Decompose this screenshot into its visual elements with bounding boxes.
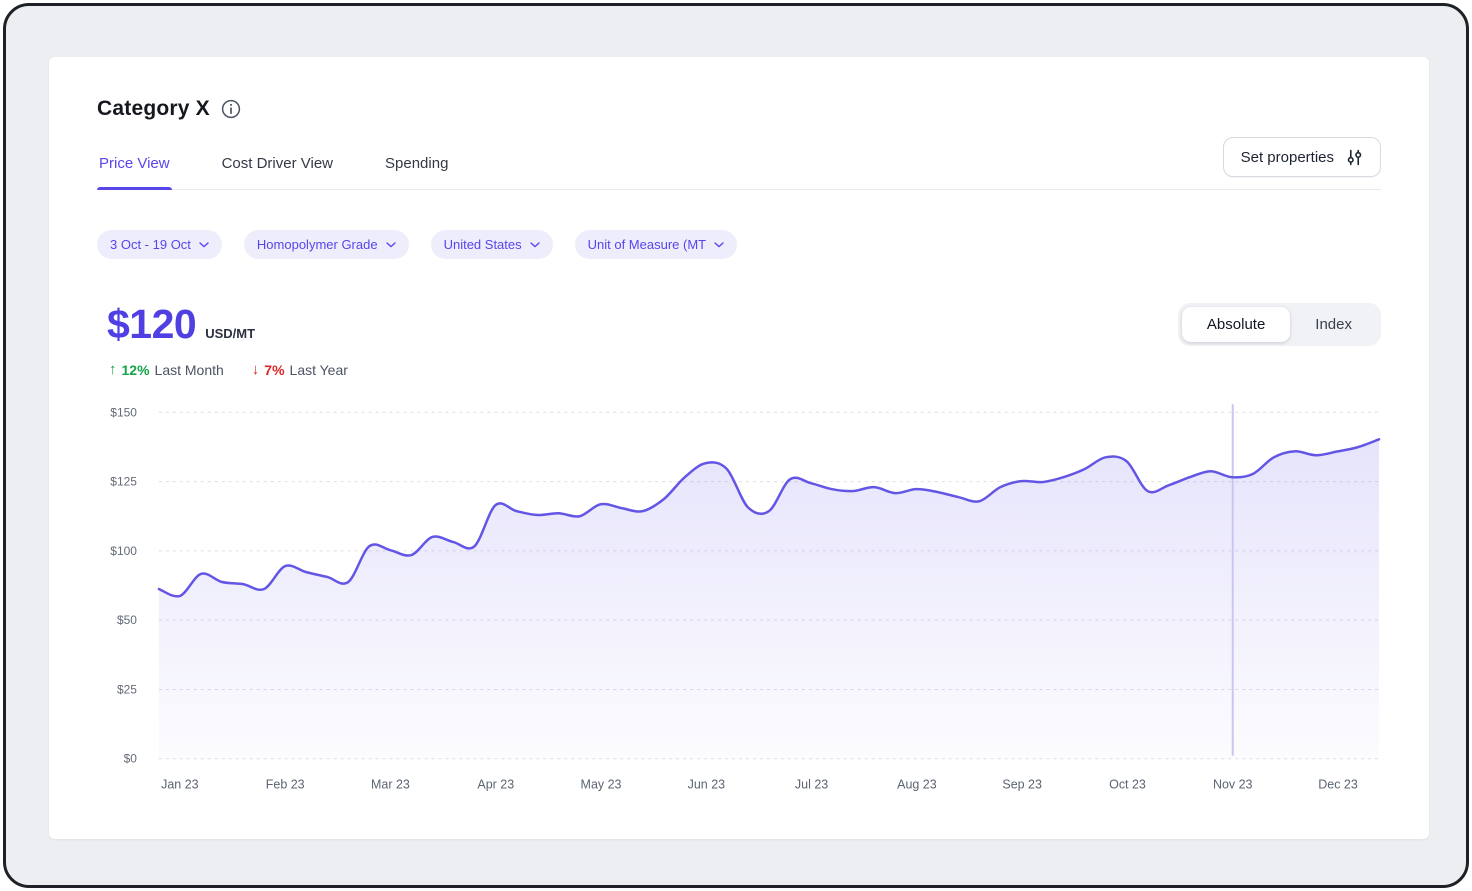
svg-text:$50: $50 (117, 613, 137, 627)
current-price: $120 (107, 301, 196, 348)
svg-text:Feb 23: Feb 23 (266, 778, 305, 792)
tab-spending[interactable]: Spending (383, 145, 450, 189)
change-pct: 12% (122, 362, 150, 378)
page-title: Category X (97, 97, 210, 121)
price-summary: $120 USD/MT ↑ 12% Last Month ↓ 7% Last Y… (97, 301, 1381, 378)
change-pct: 7% (264, 362, 284, 378)
app-frame: Category X Price View Cost Driver View S… (3, 3, 1469, 888)
filter-bar: 3 Oct - 19 Oct Homopolymer Grade United … (97, 230, 1381, 259)
svg-text:Oct 23: Oct 23 (1109, 778, 1146, 792)
svg-text:Dec 23: Dec 23 (1318, 778, 1358, 792)
chart-area: $150 $125 $100 $50 $25 $0 Jan 23 Feb 23 Mar 23 Ap… (97, 394, 1381, 796)
info-icon[interactable] (221, 99, 241, 119)
header: Category X (97, 97, 1381, 121)
svg-text:$25: $25 (117, 682, 137, 696)
view-toggle: Absolute Index (1178, 303, 1381, 346)
set-properties-button[interactable]: Set properties (1223, 137, 1381, 177)
svg-text:Jul 23: Jul 23 (795, 778, 828, 792)
chevron-down-icon (530, 242, 540, 248)
svg-text:$125: $125 (110, 475, 137, 489)
filter-label: United States (444, 237, 522, 252)
svg-text:Apr 23: Apr 23 (477, 778, 514, 792)
svg-text:Aug 23: Aug 23 (897, 778, 937, 792)
filter-label: Unit of Measure (MT (588, 237, 706, 252)
price-block: $120 USD/MT ↑ 12% Last Month ↓ 7% Last Y… (97, 301, 348, 378)
sliders-icon (1346, 149, 1363, 166)
chevron-down-icon (714, 242, 724, 248)
tab-price-view[interactable]: Price View (97, 145, 172, 189)
change-last-month: ↑ 12% Last Month (109, 361, 224, 378)
filter-grade[interactable]: Homopolymer Grade (244, 230, 409, 259)
main-card: Category X Price View Cost Driver View S… (49, 57, 1429, 839)
toggle-index[interactable]: Index (1290, 307, 1377, 342)
svg-text:Mar 23: Mar 23 (371, 778, 410, 792)
tab-cost-driver-view[interactable]: Cost Driver View (220, 145, 335, 189)
chevron-down-icon (199, 242, 209, 248)
svg-text:$150: $150 (110, 405, 137, 419)
price-changes: ↑ 12% Last Month ↓ 7% Last Year (97, 361, 348, 378)
filter-label: Homopolymer Grade (257, 237, 378, 252)
svg-text:May 23: May 23 (581, 778, 622, 792)
toggle-absolute[interactable]: Absolute (1182, 307, 1290, 342)
change-label: Last Year (290, 362, 348, 378)
change-label: Last Month (155, 362, 224, 378)
svg-text:$100: $100 (110, 544, 137, 558)
change-last-year: ↓ 7% Last Year (252, 361, 348, 378)
filter-unit-of-measure[interactable]: Unit of Measure (MT (575, 230, 737, 259)
svg-text:Nov 23: Nov 23 (1213, 778, 1253, 792)
filter-date-range[interactable]: 3 Oct - 19 Oct (97, 230, 222, 259)
chevron-down-icon (386, 242, 396, 248)
svg-text:$0: $0 (124, 752, 138, 766)
price-chart[interactable]: $150 $125 $100 $50 $25 $0 Jan 23 Feb 23 Mar 23 Ap… (97, 394, 1381, 796)
arrow-down-icon: ↓ (252, 361, 260, 378)
tab-bar: Price View Cost Driver View Spending Set… (97, 145, 1381, 190)
svg-text:Jun 23: Jun 23 (688, 778, 726, 792)
filter-region[interactable]: United States (431, 230, 553, 259)
filter-label: 3 Oct - 19 Oct (110, 237, 191, 252)
svg-text:Jan 23: Jan 23 (161, 778, 199, 792)
svg-text:Sep 23: Sep 23 (1002, 778, 1042, 792)
price-unit: USD/MT (205, 326, 255, 341)
set-properties-label: Set properties (1241, 149, 1334, 166)
arrow-up-icon: ↑ (109, 361, 117, 378)
